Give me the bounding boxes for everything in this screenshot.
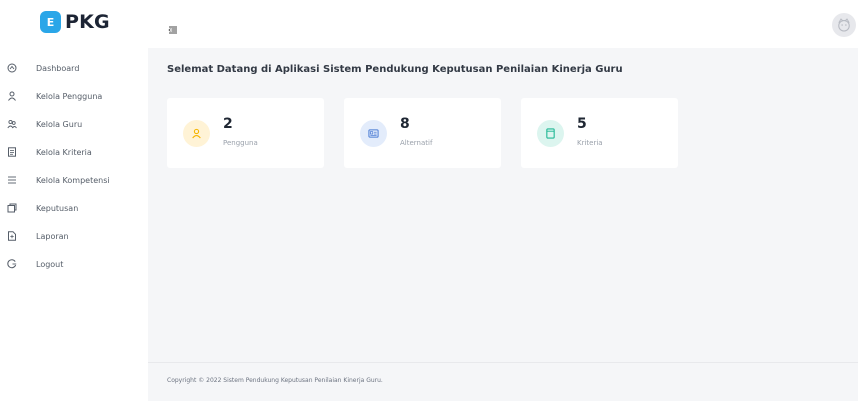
sidebar-item-label: Laporan xyxy=(36,231,69,241)
sidebar-item-label: Kelola Kompetensi xyxy=(36,175,110,185)
user-icon xyxy=(6,90,18,102)
sidebar-item-kelola-kompetensi[interactable]: Kelola Kompetensi xyxy=(0,166,148,194)
footer-divider xyxy=(148,362,858,363)
sidebar-item-kelola-kriteria[interactable]: Kelola Kriteria xyxy=(0,138,148,166)
brand-badge: E xyxy=(40,11,61,33)
sidebar-item-keputusan[interactable]: Keputusan xyxy=(0,194,148,222)
sidebar-item-label: Kelola Pengguna xyxy=(36,91,103,101)
sidebar-item-kelola-pengguna[interactable]: Kelola Pengguna xyxy=(0,82,148,110)
page-title: Selemat Datang di Aplikasi Sistem Penduk… xyxy=(167,64,623,75)
book-icon xyxy=(537,120,564,147)
stat-card-pengguna[interactable]: 2 Pengguna xyxy=(167,98,324,168)
stat-value: 8 xyxy=(400,116,410,132)
sidebar-item-laporan[interactable]: Laporan xyxy=(0,222,148,250)
sidebar: E PKG Dashboard Kelola Pengguna Kelola G… xyxy=(0,0,148,401)
users-icon xyxy=(6,118,18,130)
avatar[interactable] xyxy=(832,13,856,37)
sidebar-item-label: Kelola Guru xyxy=(36,119,83,129)
stat-value: 2 xyxy=(223,116,233,132)
user-icon xyxy=(183,120,210,147)
stat-label: Pengguna xyxy=(223,139,258,147)
copy-icon xyxy=(6,202,18,214)
menu-toggle-icon[interactable] xyxy=(168,20,178,34)
stat-label: Kriteria xyxy=(577,139,603,147)
sidebar-item-label: Dashboard xyxy=(36,63,80,73)
sidebar-item-logout[interactable]: Logout xyxy=(0,250,148,278)
sidebar-item-kelola-guru[interactable]: Kelola Guru xyxy=(0,110,148,138)
sidebar-item-label: Keputusan xyxy=(36,203,79,213)
avatar-icon xyxy=(838,18,850,32)
list-icon xyxy=(6,174,18,186)
topbar xyxy=(148,0,858,48)
sidebar-menu: Dashboard Kelola Pengguna Kelola Guru Ke… xyxy=(0,54,148,278)
stat-value: 5 xyxy=(577,116,587,132)
sidebar-item-label: Kelola Kriteria xyxy=(36,147,92,157)
sidebar-item-dashboard[interactable]: Dashboard xyxy=(0,54,148,82)
brand-name: PKG xyxy=(65,11,110,33)
id-card-icon xyxy=(360,120,387,147)
dashboard-icon xyxy=(6,62,18,74)
logout-icon xyxy=(6,258,18,270)
sidebar-item-label: Logout xyxy=(36,259,64,269)
document-icon xyxy=(6,146,18,158)
brand-logo[interactable]: E PKG xyxy=(40,10,110,34)
footer-copyright: Copyright © 2022 Sistem Pendukung Keputu… xyxy=(167,377,383,384)
stat-card-alternatif[interactable]: 8 Alternatif xyxy=(344,98,501,168)
stat-card-kriteria[interactable]: 5 Kriteria xyxy=(521,98,678,168)
stat-label: Alternatif xyxy=(400,139,433,147)
file-icon xyxy=(6,230,18,242)
